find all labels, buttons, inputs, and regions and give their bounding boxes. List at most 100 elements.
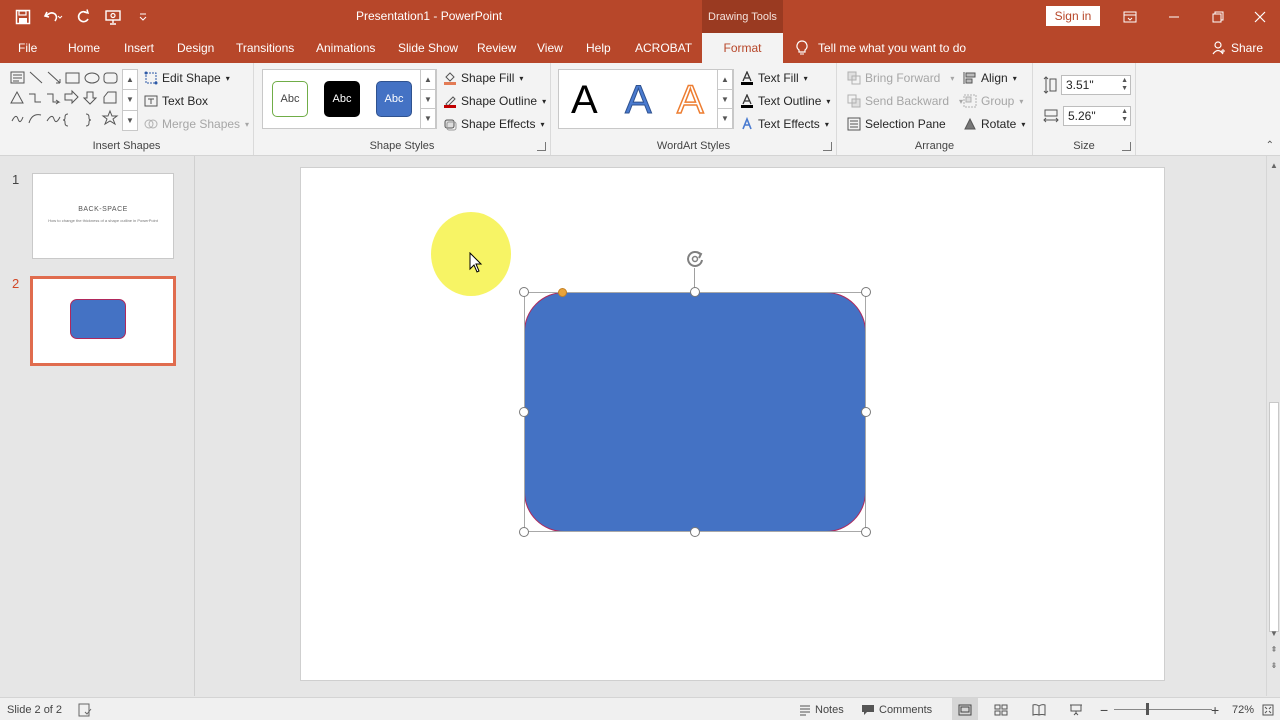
redo-icon[interactable] <box>70 4 96 30</box>
tab-acrobat[interactable]: ACROBAT <box>635 33 692 63</box>
close-icon[interactable] <box>1238 0 1280 33</box>
more-icon[interactable]: ▼ <box>123 111 137 130</box>
more-icon[interactable]: ▼ <box>718 109 732 128</box>
align-button[interactable]: Align ▾ <box>963 68 1017 88</box>
tab-slide-show[interactable]: Slide Show <box>398 33 458 63</box>
wordart-launcher-icon[interactable] <box>823 142 832 151</box>
rotate-button[interactable]: Rotate ▾ <box>963 114 1025 134</box>
wordart-sample-orange[interactable]: A <box>676 76 704 124</box>
more-icon[interactable]: ▼ <box>421 109 435 128</box>
slide-show-icon[interactable] <box>1069 698 1083 720</box>
style-swatch-black[interactable]: Abc <box>324 81 360 117</box>
shapes-gallery-scroll[interactable]: ▲ ▼ ▼ <box>122 69 138 131</box>
width-spinner[interactable]: ▲ ▼ <box>1121 108 1128 124</box>
shape-effects-button[interactable]: Shape Effects ▾ <box>443 114 545 134</box>
tab-design[interactable]: Design <box>177 33 214 63</box>
text-effects-button[interactable]: Text Effects ▾ <box>740 114 829 134</box>
scroll-down-icon[interactable]: ▼ <box>421 90 435 110</box>
resize-handle-top-right[interactable] <box>861 287 871 297</box>
next-slide-icon[interactable]: ⇟ <box>1267 658 1280 672</box>
scroll-thumb[interactable] <box>1269 402 1279 632</box>
scroll-down-icon[interactable]: ▼ <box>123 90 137 111</box>
tab-insert[interactable]: Insert <box>124 33 154 63</box>
customize-qat-icon[interactable] <box>130 4 156 30</box>
text-fill-button[interactable]: Text Fill ▾ <box>740 68 808 88</box>
normal-view-icon[interactable] <box>952 698 978 720</box>
minimize-icon[interactable] <box>1152 0 1196 33</box>
text-outline-button[interactable]: Text Outline ▾ <box>740 91 830 111</box>
wordart-gallery[interactable]: A A A <box>558 69 734 129</box>
resize-handle-top[interactable] <box>690 287 700 297</box>
shape-fill-button[interactable]: Shape Fill ▾ <box>443 68 523 88</box>
restore-icon[interactable] <box>1196 0 1240 33</box>
tab-file[interactable]: File <box>18 33 37 63</box>
zoom-out-icon[interactable]: − <box>1100 698 1108 720</box>
slide-thumbnail-1[interactable]: BACK-SPACE How to change the thickness o… <box>32 173 174 259</box>
shape-outline-button[interactable]: Shape Outline ▾ <box>443 91 546 111</box>
merge-shapes-button[interactable]: Merge Shapes ▾ <box>144 114 249 134</box>
shape-height-field[interactable]: 3.51" ▲ ▼ <box>1043 75 1131 95</box>
tell-me-box[interactable]: Tell me what you want to do <box>796 33 966 63</box>
selection-pane-button[interactable]: Selection Pane <box>847 114 946 134</box>
scroll-up-icon[interactable]: ▲ <box>1267 158 1280 172</box>
tab-home[interactable]: Home <box>68 33 100 63</box>
resize-handle-bottom-left[interactable] <box>519 527 529 537</box>
shape-styles-scroll[interactable]: ▲ ▼ ▼ <box>420 69 436 129</box>
resize-handle-right[interactable] <box>861 407 871 417</box>
zoom-slider-thumb[interactable] <box>1146 703 1149 715</box>
resize-handle-left[interactable] <box>519 407 529 417</box>
fit-to-window-icon[interactable] <box>1262 698 1274 720</box>
scroll-down-icon[interactable]: ▼ <box>1267 626 1280 640</box>
spell-check-icon[interactable] <box>78 698 92 720</box>
resize-handle-bottom[interactable] <box>690 527 700 537</box>
reading-view-icon[interactable] <box>1032 698 1046 720</box>
shapes-gallery[interactable] <box>8 69 120 131</box>
shape-width-field[interactable]: 5.26" ▲ ▼ <box>1043 106 1131 126</box>
scroll-up-icon[interactable]: ▲ <box>421 70 435 90</box>
comments-button[interactable]: Comments <box>861 698 932 720</box>
edit-shape-button[interactable]: Edit Shape ▾ <box>144 68 230 88</box>
wordart-sample-blue[interactable]: A <box>625 76 653 124</box>
group-button[interactable]: Group ▾ <box>963 91 1023 111</box>
collapse-ribbon-icon[interactable]: ⌃ <box>1266 140 1274 151</box>
tab-animations[interactable]: Animations <box>316 33 375 63</box>
resize-handle-bottom-right[interactable] <box>861 527 871 537</box>
ribbon-display-options-icon[interactable] <box>1108 0 1152 33</box>
zoom-level[interactable]: 72% <box>1232 698 1254 720</box>
sign-in-button[interactable]: Sign in <box>1046 6 1100 26</box>
scroll-up-icon[interactable]: ▲ <box>718 70 732 90</box>
notes-button[interactable]: Notes <box>799 698 844 720</box>
bring-forward-button[interactable]: Bring Forward ▾ <box>847 68 954 88</box>
shape-styles-launcher-icon[interactable] <box>537 142 546 151</box>
tab-transitions[interactable]: Transitions <box>236 33 294 63</box>
slide-thumbnail-2[interactable] <box>30 276 176 366</box>
scroll-up-icon[interactable]: ▲ <box>123 70 137 91</box>
share-button[interactable]: Share <box>1212 33 1263 63</box>
undo-icon[interactable] <box>40 4 66 30</box>
wordart-sample-black[interactable]: A <box>571 76 598 124</box>
tab-view[interactable]: View <box>537 33 563 63</box>
corner-adjust-handle[interactable] <box>558 288 567 297</box>
tab-format[interactable]: Format <box>702 33 783 63</box>
scroll-down-icon[interactable]: ▼ <box>718 90 732 110</box>
resize-handle-top-left[interactable] <box>519 287 529 297</box>
send-backward-button[interactable]: Send Backward ▾ <box>847 91 963 111</box>
text-box-button[interactable]: Text Box <box>144 91 208 111</box>
size-launcher-icon[interactable] <box>1122 142 1131 151</box>
shape-styles-gallery[interactable]: Abc Abc Abc <box>262 69 437 129</box>
tab-review[interactable]: Review <box>477 33 516 63</box>
present-icon[interactable] <box>100 4 126 30</box>
zoom-slider[interactable] <box>1114 709 1212 710</box>
rotate-handle-icon[interactable] <box>684 248 706 273</box>
style-swatch-blue[interactable]: Abc <box>376 81 412 117</box>
wordart-scroll[interactable]: ▲ ▼ ▼ <box>717 69 733 129</box>
height-spinner[interactable]: ▲ ▼ <box>1121 77 1128 93</box>
zoom-in-icon[interactable]: + <box>1211 698 1219 720</box>
tab-help[interactable]: Help <box>586 33 611 63</box>
vertical-scrollbar[interactable]: ▲ ▼ ⇞ ⇟ <box>1266 156 1280 696</box>
style-swatch-outline[interactable]: Abc <box>272 81 308 117</box>
save-icon[interactable] <box>10 4 36 30</box>
rounded-rectangle-shape[interactable] <box>524 292 866 532</box>
previous-slide-icon[interactable]: ⇞ <box>1267 642 1280 656</box>
slide-sorter-icon[interactable] <box>994 698 1008 720</box>
